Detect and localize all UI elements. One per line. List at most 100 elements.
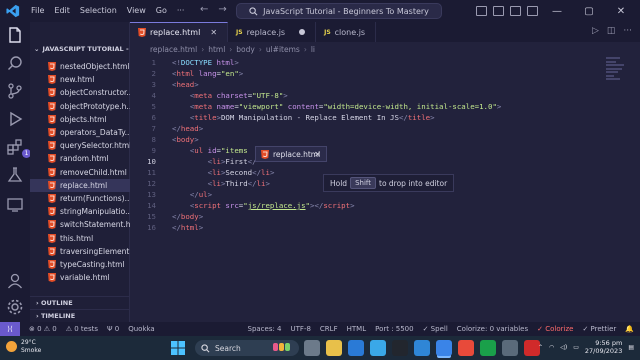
live-server-port[interactable]: Port : 5500 xyxy=(375,325,414,333)
eol-indicator[interactable]: CRLF xyxy=(320,325,338,333)
breadcrumb-item[interactable]: html xyxy=(208,45,225,54)
file-item[interactable]: objectPrototype.h... xyxy=(30,100,130,113)
code-line[interactable]: 6 <title>DOM Manipulation - Replace Elem… xyxy=(130,112,435,123)
file-item[interactable]: this.html xyxy=(30,231,130,244)
code-line[interactable]: 5 <meta name="viewport" content="width=d… xyxy=(130,101,502,112)
layout-toggle-icon[interactable] xyxy=(476,6,487,16)
minimap[interactable] xyxy=(606,57,626,85)
outline-section[interactable]: › OUTLINE xyxy=(30,296,130,309)
quokka-indicator[interactable]: Quokka xyxy=(128,325,155,333)
code-line[interactable]: 14 <script src="js/replace.js"></script> xyxy=(130,200,354,211)
maximize-icon[interactable]: ▢ xyxy=(576,6,602,17)
file-explorer-icon[interactable] xyxy=(326,340,342,356)
file-item[interactable]: typeCasting.html xyxy=(30,258,130,271)
menu-go[interactable]: Go xyxy=(151,0,172,22)
remote-indicator-icon[interactable]: ⟩⟨ xyxy=(0,322,20,336)
run-debug-icon[interactable] xyxy=(6,110,24,128)
task-view-icon[interactable] xyxy=(304,340,320,356)
breadcrumb-item[interactable]: replace.html xyxy=(150,45,197,54)
forward-arrow-icon[interactable]: → xyxy=(218,4,226,15)
edge-browser-icon[interactable] xyxy=(370,340,386,356)
extensions-button[interactable]: 1 xyxy=(6,138,31,160)
windows-start-icon[interactable] xyxy=(171,341,185,355)
file-item[interactable]: new.html xyxy=(30,73,130,86)
terminal-icon[interactable] xyxy=(392,340,408,356)
sidebar-toggle-icon[interactable] xyxy=(510,6,521,16)
menu-edit[interactable]: Edit xyxy=(49,0,75,22)
file-item[interactable]: objects.html xyxy=(30,113,130,126)
menu-selection[interactable]: Selection xyxy=(75,0,122,22)
timeline-section[interactable]: › TIMELINE xyxy=(30,309,130,322)
close-tab-icon[interactable]: ✕ xyxy=(210,28,217,37)
split-editor-icon[interactable]: ◫ xyxy=(607,26,616,36)
breadcrumb-item[interactable]: ul#items xyxy=(266,45,300,54)
battery-icon[interactable]: ▭ xyxy=(573,344,579,351)
code-line[interactable]: 7 </head> xyxy=(130,123,204,134)
close-tab-icon[interactable]: ✕ xyxy=(314,150,321,159)
more-actions-icon[interactable]: ··· xyxy=(623,26,632,36)
breadcrumb-item[interactable]: body xyxy=(236,45,255,54)
wifi-icon[interactable]: ◠ xyxy=(549,344,554,351)
spell-indicator[interactable]: ✓ Spell xyxy=(423,325,448,333)
code-line[interactable]: 9 <ul id="items xyxy=(130,145,248,156)
tab-clone-js[interactable]: JS clone.js xyxy=(316,22,377,42)
indentation-indicator[interactable]: Spaces: 4 xyxy=(248,325,282,333)
file-item[interactable]: switchStatement.h... xyxy=(30,218,130,231)
breadcrumb-item[interactable]: li xyxy=(311,45,315,54)
close-window-icon[interactable]: ✕ xyxy=(608,6,634,17)
account-icon[interactable] xyxy=(6,272,24,290)
ports-indicator[interactable]: Ψ 0 xyxy=(107,325,119,333)
volume-icon[interactable]: ◁) xyxy=(560,344,567,351)
file-item[interactable]: operators_DataTy... xyxy=(30,126,130,139)
vscode-active-icon[interactable] xyxy=(436,340,452,356)
explorer-icon[interactable] xyxy=(6,26,24,44)
chrome-browser-icon[interactable] xyxy=(458,340,474,356)
clock[interactable]: 9:56 pm 27/09/2023 xyxy=(585,339,622,355)
file-item[interactable]: objectConstructor.... xyxy=(30,86,130,99)
language-mode[interactable]: HTML xyxy=(347,325,366,333)
source-control-icon[interactable] xyxy=(6,82,24,100)
taskbar-search[interactable]: Search xyxy=(195,340,299,356)
customize-layout-icon[interactable] xyxy=(527,6,538,16)
tests-indicator[interactable]: ⚠ 0 tests xyxy=(66,325,98,333)
code-line[interactable]: 11 <li>Second</li> xyxy=(130,167,274,178)
spotify-icon[interactable] xyxy=(480,340,496,356)
minimize-icon[interactable]: — xyxy=(544,6,570,17)
code-line[interactable]: 15 </body> xyxy=(130,211,203,222)
notifications-bell-icon[interactable]: 🔔 xyxy=(625,325,634,333)
code-line[interactable]: 13 </ul> xyxy=(130,189,212,200)
file-item[interactable]: traversingElement.... xyxy=(30,245,130,258)
mail-icon[interactable] xyxy=(348,340,364,356)
notifications-icon[interactable]: ▤ xyxy=(628,344,634,351)
code-line[interactable]: 2 <html lang="en"> xyxy=(130,68,244,79)
code-line[interactable]: 12 <li>Third</li> xyxy=(130,178,270,189)
tab-replace-html[interactable]: replace.html ✕ xyxy=(130,22,229,42)
file-item[interactable]: random.html xyxy=(30,152,130,165)
go-live-icon[interactable]: ▷ xyxy=(592,26,599,36)
menu-view[interactable]: View xyxy=(122,0,151,22)
prettier-indicator[interactable]: ✓ Prettier xyxy=(582,325,616,333)
tab-replace-js[interactable]: JS replace.js xyxy=(228,22,317,42)
code-line[interactable]: 16 </html> xyxy=(130,222,203,233)
file-item[interactable]: stringManipulatio... xyxy=(30,205,130,218)
code-line[interactable]: 8 <body> xyxy=(130,134,199,145)
file-item[interactable]: return(Functions).... xyxy=(30,192,130,205)
encoding-indicator[interactable]: UTF-8 xyxy=(291,325,311,333)
testing-icon[interactable] xyxy=(6,166,24,184)
remote-explorer-icon[interactable] xyxy=(6,196,24,214)
weather-widget[interactable]: 29°C Smoke xyxy=(6,339,41,354)
dragged-tab[interactable]: replace.html ✕ xyxy=(255,146,327,162)
file-item[interactable]: replace.html xyxy=(30,178,130,192)
menu-file[interactable]: File xyxy=(26,0,49,22)
settings-gear-icon[interactable] xyxy=(6,298,24,316)
file-item[interactable]: variable.html xyxy=(30,271,130,284)
colorize-toggle[interactable]: ✓ Colorize xyxy=(537,325,573,333)
search-sidebar-icon[interactable] xyxy=(6,54,24,72)
unsaved-dot-icon[interactable] xyxy=(299,29,306,35)
panel-toggle-icon[interactable] xyxy=(493,6,504,16)
code-line[interactable]: 4 <meta charset="UTF-8"> xyxy=(130,90,288,101)
file-item[interactable]: nestedObject.html xyxy=(30,60,130,73)
code-line[interactable]: 10 <li>First</ xyxy=(130,156,256,167)
problems-indicator[interactable]: ⊗ 0 ⚠ 0 xyxy=(29,325,57,333)
vscode-taskbar-icon[interactable] xyxy=(414,340,430,356)
